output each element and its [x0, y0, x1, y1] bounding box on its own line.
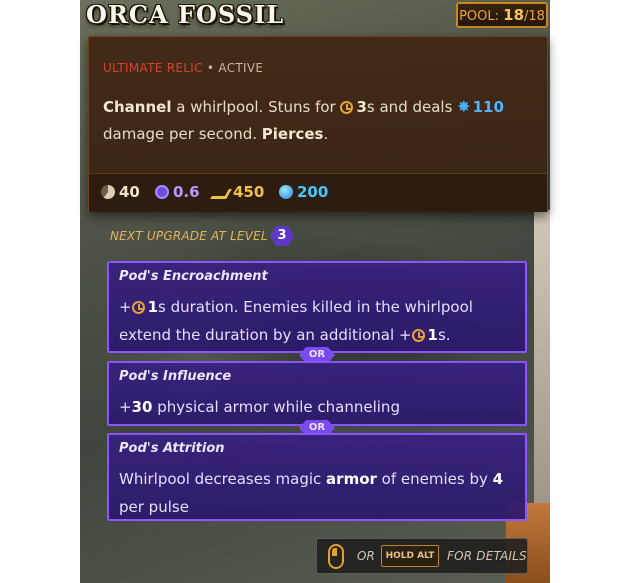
pool-current: 18: [503, 6, 525, 24]
upgrade-option-influence[interactable]: Pod's Influence +30 physical armor while…: [107, 361, 527, 426]
upgrade-option-encroachment[interactable]: Pod's Encroachment +1s duration. Enemies…: [107, 261, 527, 353]
desc-text: physical armor while channeling: [152, 398, 400, 416]
stat-value: 450: [233, 183, 265, 201]
stat-range: 450: [210, 183, 265, 201]
desc-text: +: [119, 398, 132, 416]
range-icon: [210, 189, 232, 199]
upgrade-option-attrition[interactable]: Pod's Attrition Whirlpool decreases magi…: [107, 433, 527, 521]
upgrade-description: +1s duration. Enemies killed in the whir…: [119, 293, 519, 349]
upgrade-name: Pod's Encroachment: [119, 269, 268, 284]
upgrade-description: +30 physical armor while channeling: [119, 393, 519, 421]
relic-state: ACTIVE: [218, 61, 264, 75]
next-upgrade-heading: NEXT UPGRADE AT LEVEL: [110, 229, 268, 243]
relic-title: ORCA FOSSIL: [86, 0, 285, 29]
desc-keyword-channel: Channel: [103, 98, 172, 116]
relic-category: ULTIMATE RELIC: [103, 61, 203, 75]
desc-text: a whirlpool. Stuns for: [171, 98, 341, 116]
pool-label: POOL:: [459, 9, 499, 24]
upgrade-description: Whirlpool decreases magic armor of enemi…: [119, 465, 519, 521]
stat-value: 40: [119, 183, 140, 201]
desc-text: Whirlpool decreases magic: [119, 470, 327, 488]
magic-damage-icon: ✸: [457, 97, 471, 116]
stat-value: 0.6: [173, 183, 200, 201]
desc-damage-value: 110: [472, 98, 504, 116]
desc-text: s.: [437, 326, 451, 344]
stat-cast-time: 0.6: [155, 183, 200, 201]
upgrade-name: Pod's Attrition: [119, 441, 225, 456]
background-pillar: [534, 210, 550, 530]
stat-value: 200: [297, 183, 329, 201]
desc-text: of enemies by: [376, 470, 493, 488]
relic-stats-bar: 40 0.6 450 200: [89, 173, 547, 212]
relic-tooltip-card: ULTIMATE RELIC • ACTIVE Channel a whirlp…: [88, 36, 548, 212]
cooldown-icon: [101, 185, 115, 199]
pool-counter: POOL: 18/18: [456, 2, 548, 28]
details-hint-bar: OR HOLD ALT FOR DETAILS: [316, 538, 528, 574]
desc-keyword-pierces: Pierces: [261, 125, 324, 143]
duration-icon: [411, 329, 425, 342]
desc-text: s and deals: [366, 98, 458, 116]
hint-details: FOR DETAILS: [447, 549, 527, 563]
desc-value: 1: [427, 326, 438, 344]
desc-text: +: [119, 298, 132, 316]
desc-value: 1: [147, 298, 159, 316]
upgrade-name: Pod's Influence: [119, 369, 232, 384]
desc-stun-duration: 3: [356, 98, 367, 116]
stat-cooldown: 40: [101, 183, 140, 201]
stat-mana: 200: [279, 183, 328, 201]
relic-description: Channel a whirlpool. Stuns for 3s and de…: [103, 93, 533, 148]
desc-keyword-armor: armor: [326, 470, 377, 488]
desc-text: .: [323, 125, 329, 143]
desc-value: 30: [131, 398, 153, 416]
pool-max: /18: [524, 9, 545, 24]
desc-text: per pulse: [119, 498, 189, 516]
relic-kicker: ULTIMATE RELIC • ACTIVE: [103, 61, 263, 75]
duration-icon: [340, 101, 354, 114]
hint-or: OR: [357, 549, 375, 563]
duration-icon: [131, 301, 145, 314]
kicker-separator: •: [206, 61, 215, 75]
desc-text: damage per second.: [103, 125, 262, 143]
mana-icon: [279, 185, 293, 199]
hold-alt-key: HOLD ALT: [381, 545, 439, 567]
mouse-icon: [328, 544, 344, 569]
cast-time-icon: [155, 185, 169, 199]
desc-value: 4: [492, 470, 504, 488]
